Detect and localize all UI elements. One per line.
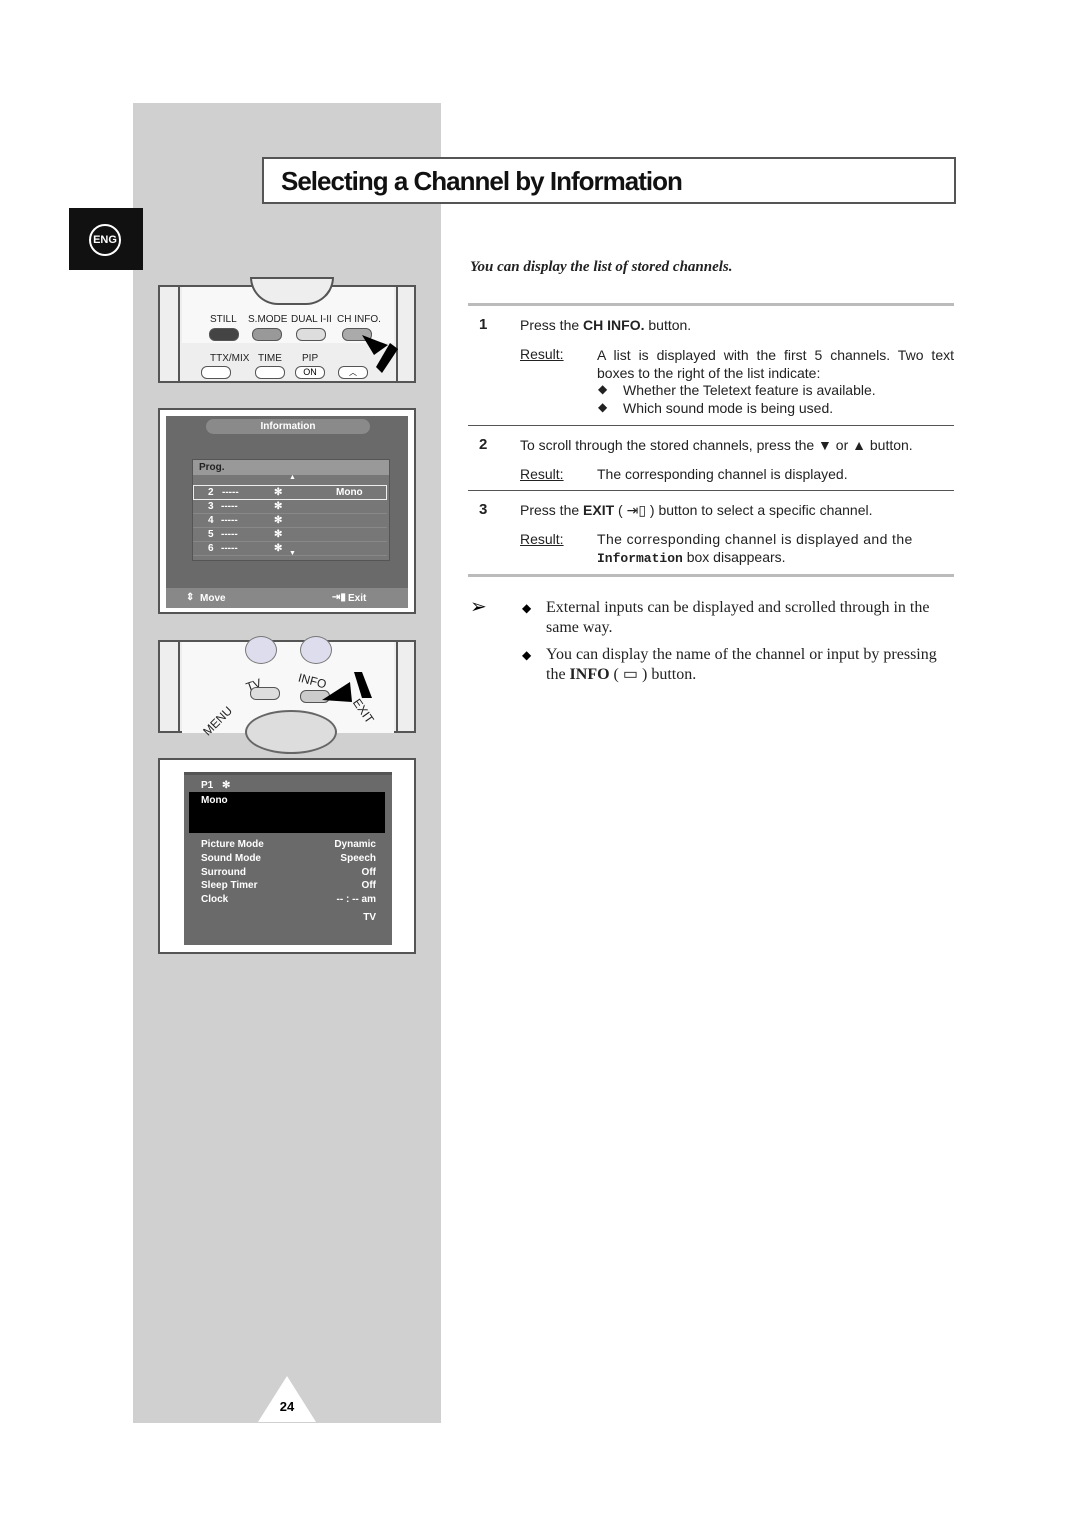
pip-on-button: ON [295,366,325,379]
prog-column-header: Prog. [193,460,389,475]
language-badge: ENG [89,224,121,256]
dual-button [296,328,326,341]
divider [468,303,954,306]
smode-button [252,328,282,341]
scroll-down-icon: ▼ [289,550,296,557]
tv-button [250,687,280,700]
scroll-up-icon: ▲ [289,474,296,481]
ttx-button [201,366,231,379]
sound-status: Mono [201,795,228,806]
ch-info-label: CH INFO. [337,314,381,325]
note-1: External inputs can be displayed and scr… [546,599,930,636]
pointer-arrow-icon [362,335,398,373]
pip-label: PIP [302,353,319,364]
move-hint: Move [200,593,226,604]
divider [468,574,954,577]
exit-hint: Exit [348,593,367,604]
dual-label: DUAL I-II [291,314,332,325]
channel-row[interactable]: 5 ----- ✻ [193,528,387,542]
channel-row[interactable]: 3 ----- ✻ [193,500,387,514]
page-title: Selecting a Channel by Information [281,166,683,196]
still-button [209,328,239,341]
smode-label: S.MODE [248,314,288,325]
osd-info-screen: P1 ✻ Mono Picture Mode Dynamic Sound Mode… [158,758,416,954]
channel-row[interactable]: 2 ----- ✻ Mono [193,485,387,500]
title-box: Selecting a Channel by Information [262,157,956,204]
bullet-icon: ◆ [522,648,532,662]
note-2: You can display the name of the channel … [546,646,937,683]
remote-illustration-ch-info: STILL S.MODE DUAL I-II CH INFO. TTX/MIX … [158,277,416,383]
time-label: TIME [258,353,282,364]
info-row: Clock -- : -- am [201,894,376,905]
info-row: Sleep Timer Off [201,880,376,891]
program-number: P1 [201,780,214,791]
move-icon: ⇕ [186,592,195,603]
page-number: 24 [279,1399,295,1414]
exit-icon: ⇥▮ [332,592,346,603]
divider [468,425,954,426]
still-label: STILL [210,314,237,325]
note-arrow-icon: ➢ [470,596,487,618]
bullet-icon: ◆ [522,601,532,615]
info-row: Surround Off [201,867,376,878]
info-row: Sound Mode Speech [201,853,376,864]
intro-text: You can display the list of stored chann… [470,259,733,275]
osd-header: Information [206,419,370,434]
language-tab: ENG [69,208,143,270]
osd-information-screen: Information Prog. ▲ 2 ----- ✻ Mono 3 ----- ✻ … [158,408,416,614]
divider [468,490,954,491]
time-button [255,366,285,379]
channel-row[interactable]: 4 ----- ✻ [193,514,387,528]
info-row: Picture Mode Dynamic [201,839,376,850]
ttx-label: TTX/MIX [210,353,250,364]
teletext-icon: ✻ [222,780,231,791]
remote-illustration-info: MENU TV INFO EXIT [158,636,416,754]
pointer-arrow-icon [322,672,372,702]
